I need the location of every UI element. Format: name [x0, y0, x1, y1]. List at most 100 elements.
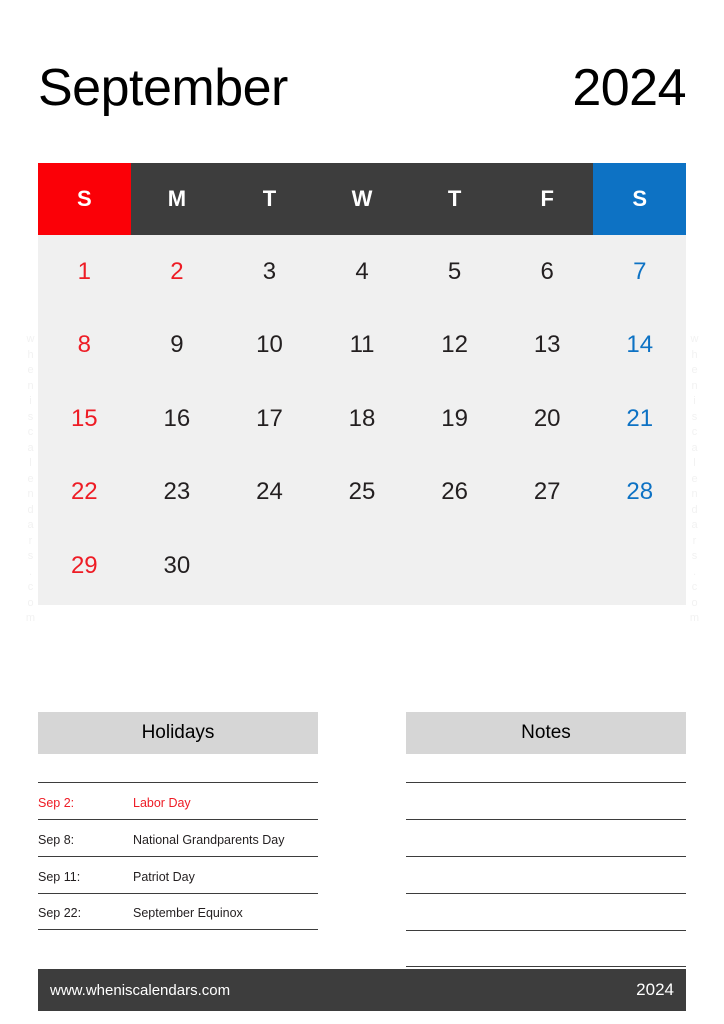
calendar-week-row: 29 30 [38, 529, 686, 603]
day-cell-16[interactable]: 16 [131, 382, 224, 456]
day-cell-20[interactable]: 20 [501, 382, 594, 456]
day-cell-empty [593, 529, 686, 603]
note-write-line[interactable] [406, 819, 686, 856]
year-label: 2024 [572, 59, 686, 117]
weekday-header-5: F [540, 186, 554, 211]
watermark-letter: d [27, 503, 35, 516]
holiday-row: Sep 22: September Equinox [38, 893, 318, 930]
note-write-line[interactable] [406, 782, 686, 819]
day-cell-28[interactable]: 28 [593, 456, 686, 530]
day-cell-29[interactable]: 29 [38, 529, 131, 603]
watermark-letter: s [691, 410, 699, 423]
watermark-letter: o [27, 596, 35, 609]
holiday-name: National Grandparents Day [133, 833, 285, 847]
watermark-right: wheniscalendars.com [684, 332, 706, 627]
note-write-line[interactable] [406, 893, 686, 930]
holiday-name: September Equinox [133, 906, 243, 920]
watermark-letter: e [27, 364, 35, 376]
watermark-left: wheniscalendars.com [20, 332, 42, 627]
day-cell-19[interactable]: 19 [408, 382, 501, 456]
watermark-letter: n [691, 379, 699, 392]
footer-year: 2024 [636, 980, 674, 999]
watermark-letter: s [691, 550, 699, 562]
watermark-letter: h [27, 348, 35, 361]
watermark-letter: m [689, 612, 701, 624]
day-cell-26[interactable]: 26 [408, 456, 501, 530]
day-cell-15[interactable]: 15 [38, 382, 131, 456]
weekday-header-4: T [447, 186, 462, 211]
day-cell-6[interactable]: 6 [501, 235, 594, 309]
day-cell-18[interactable]: 18 [316, 382, 409, 456]
day-cell-3[interactable]: 3 [223, 235, 316, 309]
watermark-letter: n [27, 488, 35, 500]
watermark-letter: c [691, 426, 699, 438]
weekday-header-2: T [262, 186, 277, 211]
day-cell-4[interactable]: 4 [316, 235, 409, 309]
watermark-letter: l [693, 457, 697, 469]
notes-heading: Notes [406, 712, 686, 754]
watermark-letter: d [691, 503, 699, 516]
weekday-header-row: SMTWTFS [38, 163, 687, 235]
note-write-line[interactable] [406, 856, 686, 893]
day-cell-27[interactable]: 27 [501, 456, 594, 530]
watermark-letter: w [690, 333, 700, 345]
weekday-header-6: S [593, 163, 687, 235]
calendar-weeks: 1 2 3 4 5 6 7 8 9 10 11 12 13 14 15 16 17 18 19 20 21 22 23 24 2… [38, 235, 686, 605]
day-cell-30[interactable]: 30 [131, 529, 224, 603]
footer-website-url[interactable]: www.wheniscalendars.com [50, 982, 230, 999]
day-cell-8[interactable]: 8 [38, 309, 131, 383]
holiday-row: Sep 2: Labor Day [38, 782, 318, 819]
calendar-page: September 2024 SMTWTFS 1 2 3 4 5 6 7 8 9 10 11 12 13… [0, 0, 724, 1024]
day-cell-21[interactable]: 21 [593, 382, 686, 456]
watermark-letter: s [27, 410, 35, 423]
day-cell-24[interactable]: 24 [223, 456, 316, 530]
day-cell-17[interactable]: 17 [223, 382, 316, 456]
day-cell-10[interactable]: 10 [223, 309, 316, 383]
watermark-letter: a [691, 519, 699, 531]
watermark-letter: a [27, 519, 35, 531]
calendar-grid: SMTWTFS 1 2 3 4 5 6 7 8 9 10 11 12 13 14 15 16 17 18 19 20 2… [38, 163, 687, 605]
day-cell-11[interactable]: 11 [316, 309, 409, 383]
watermark-letter: c [27, 426, 35, 438]
holidays-list: Sep 2: Labor Day Sep 8: National Grandparen… [38, 782, 318, 930]
watermark-letter: o [691, 596, 699, 609]
calendar-week-row: 1234567 [38, 235, 686, 309]
day-cell-12[interactable]: 12 [408, 309, 501, 383]
day-cell-5[interactable]: 5 [408, 235, 501, 309]
watermark-letter: . [28, 565, 34, 578]
holiday-date: Sep 8: [38, 833, 75, 847]
watermark-letter: i [693, 395, 697, 407]
holiday-date: Sep 2: [38, 796, 75, 810]
watermark-letter: i [29, 395, 33, 407]
watermark-letter: w [26, 333, 36, 345]
day-cell-7[interactable]: 7 [593, 235, 686, 309]
day-cell-9[interactable]: 9 [131, 309, 224, 383]
day-cell-2[interactable]: 2 [131, 235, 224, 309]
notes-panel: Notes [406, 712, 686, 967]
holiday-row: Sep 11: Patriot Day [38, 856, 318, 893]
holiday-name: Patriot Day [133, 870, 195, 884]
day-cell-22[interactable]: 22 [38, 456, 131, 530]
weekday-header-1: M [167, 186, 187, 211]
holidays-heading: Holidays [38, 712, 318, 754]
watermark-letter: s [27, 550, 35, 562]
watermark-letter: r [692, 534, 698, 547]
watermark-letter: l [29, 457, 33, 469]
day-cell-25[interactable]: 25 [316, 456, 409, 530]
month-label: September [38, 59, 288, 117]
note-write-line[interactable] [406, 930, 686, 967]
watermark-letter: n [27, 379, 35, 392]
day-cell-1[interactable]: 1 [38, 235, 131, 309]
watermark-letter: c [27, 581, 35, 593]
calendar-week-row: 15 16 17 18 19 20 21 [38, 382, 686, 456]
day-cell-13[interactable]: 13 [501, 309, 594, 383]
day-cell-14[interactable]: 14 [593, 309, 686, 383]
holiday-date: Sep 11: [38, 870, 81, 884]
watermark-letter: h [691, 348, 699, 361]
watermark-letter: e [27, 472, 35, 485]
day-cell-empty [408, 529, 501, 603]
calendar-week-row: 22 23 24 25 26 27 28 [38, 456, 686, 530]
holiday-name: Labor Day [133, 796, 191, 810]
day-cell-23[interactable]: 23 [131, 456, 224, 530]
watermark-letter: a [691, 441, 699, 454]
